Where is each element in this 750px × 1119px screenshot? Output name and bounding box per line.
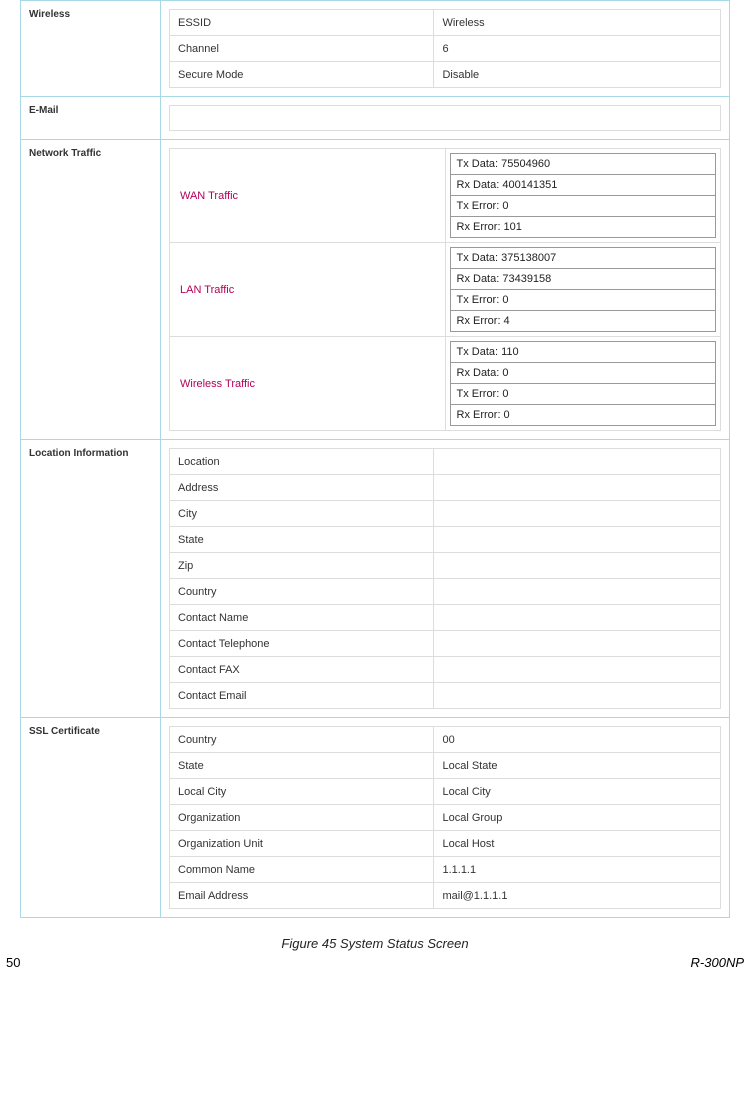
row-val: Local Group [434, 805, 721, 831]
model-label: R-300NP [691, 955, 744, 970]
system-status-table: Wireless ESSIDWireless Channel6 Secure M… [20, 0, 730, 918]
section-title-wireless: Wireless [21, 1, 161, 97]
wireless-table: ESSIDWireless Channel6 Secure ModeDisabl… [169, 9, 721, 88]
row-key: Organization Unit [170, 831, 434, 857]
row-key: Contact Name [170, 605, 434, 631]
row-key: Organization [170, 805, 434, 831]
network-traffic-table: WAN Traffic Tx Data: 75504960 Rx Data: 4… [169, 148, 721, 431]
row-key: Channel [170, 36, 434, 62]
row-val: 6 [434, 36, 721, 62]
row-val [434, 683, 721, 709]
row-key: State [170, 753, 434, 779]
traffic-stat: Rx Data: 73439158 [450, 268, 717, 289]
traffic-group-stats: Tx Data: 375138007 Rx Data: 73439158 Tx … [445, 243, 721, 337]
row-key: Secure Mode [170, 62, 434, 88]
row-val [434, 475, 721, 501]
traffic-stat: Tx Data: 375138007 [450, 247, 717, 268]
row-key: Country [170, 727, 434, 753]
figure-caption: Figure 45 System Status Screen [0, 936, 750, 951]
traffic-group-stats: Tx Data: 110 Rx Data: 0 Tx Error: 0 Rx E… [445, 337, 721, 431]
row-val [434, 553, 721, 579]
row-key: State [170, 527, 434, 553]
section-content-network-traffic: WAN Traffic Tx Data: 75504960 Rx Data: 4… [161, 140, 730, 440]
row-val [434, 657, 721, 683]
traffic-stat: Rx Error: 4 [450, 310, 717, 332]
row-key: Contact Telephone [170, 631, 434, 657]
row-key: City [170, 501, 434, 527]
traffic-group-label: WAN Traffic [170, 149, 446, 243]
row-val: mail@1.1.1.1 [434, 883, 721, 909]
section-title-network-traffic: Network Traffic [21, 140, 161, 440]
row-val [434, 631, 721, 657]
section-title-email: E-Mail [21, 97, 161, 140]
row-val: Local Host [434, 831, 721, 857]
row-key: ESSID [170, 10, 434, 36]
traffic-stat: Tx Error: 0 [450, 289, 717, 310]
row-key: Email Address [170, 883, 434, 909]
row-key: Local City [170, 779, 434, 805]
email-empty-box [169, 105, 721, 131]
row-val: Local City [434, 779, 721, 805]
traffic-group-stats: Tx Data: 75504960 Rx Data: 400141351 Tx … [445, 149, 721, 243]
section-content-location: Location Address City State Zip Country … [161, 440, 730, 718]
row-key: Contact Email [170, 683, 434, 709]
section-title-ssl: SSL Certificate [21, 718, 161, 918]
row-key: Location [170, 449, 434, 475]
row-key: Country [170, 579, 434, 605]
row-key: Contact FAX [170, 657, 434, 683]
traffic-stat: Tx Error: 0 [450, 195, 717, 216]
row-key: Common Name [170, 857, 434, 883]
row-val [434, 579, 721, 605]
row-val [434, 449, 721, 475]
row-val [434, 605, 721, 631]
traffic-stat: Rx Error: 101 [450, 216, 717, 238]
section-content-wireless: ESSIDWireless Channel6 Secure ModeDisabl… [161, 1, 730, 97]
traffic-stat: Rx Data: 400141351 [450, 174, 717, 195]
page-footer: 50 R-300NP [0, 955, 750, 970]
traffic-stat: Tx Data: 110 [450, 341, 717, 362]
row-val [434, 501, 721, 527]
row-val: Wireless [434, 10, 721, 36]
location-table: Location Address City State Zip Country … [169, 448, 721, 709]
traffic-group-label: LAN Traffic [170, 243, 446, 337]
row-val: Local State [434, 753, 721, 779]
row-val: 00 [434, 727, 721, 753]
ssl-table: Country00 StateLocal State Local CityLoc… [169, 726, 721, 909]
traffic-stat: Rx Data: 0 [450, 362, 717, 383]
row-val: Disable [434, 62, 721, 88]
section-content-email [161, 97, 730, 140]
traffic-stat: Tx Data: 75504960 [450, 153, 717, 174]
section-content-ssl: Country00 StateLocal State Local CityLoc… [161, 718, 730, 918]
page-number: 50 [6, 955, 20, 970]
row-key: Zip [170, 553, 434, 579]
traffic-stat: Tx Error: 0 [450, 383, 717, 404]
row-val [434, 527, 721, 553]
traffic-group-label: Wireless Traffic [170, 337, 446, 431]
section-title-location: Location Information [21, 440, 161, 718]
row-key: Address [170, 475, 434, 501]
traffic-stat: Rx Error: 0 [450, 404, 717, 426]
row-val: 1.1.1.1 [434, 857, 721, 883]
